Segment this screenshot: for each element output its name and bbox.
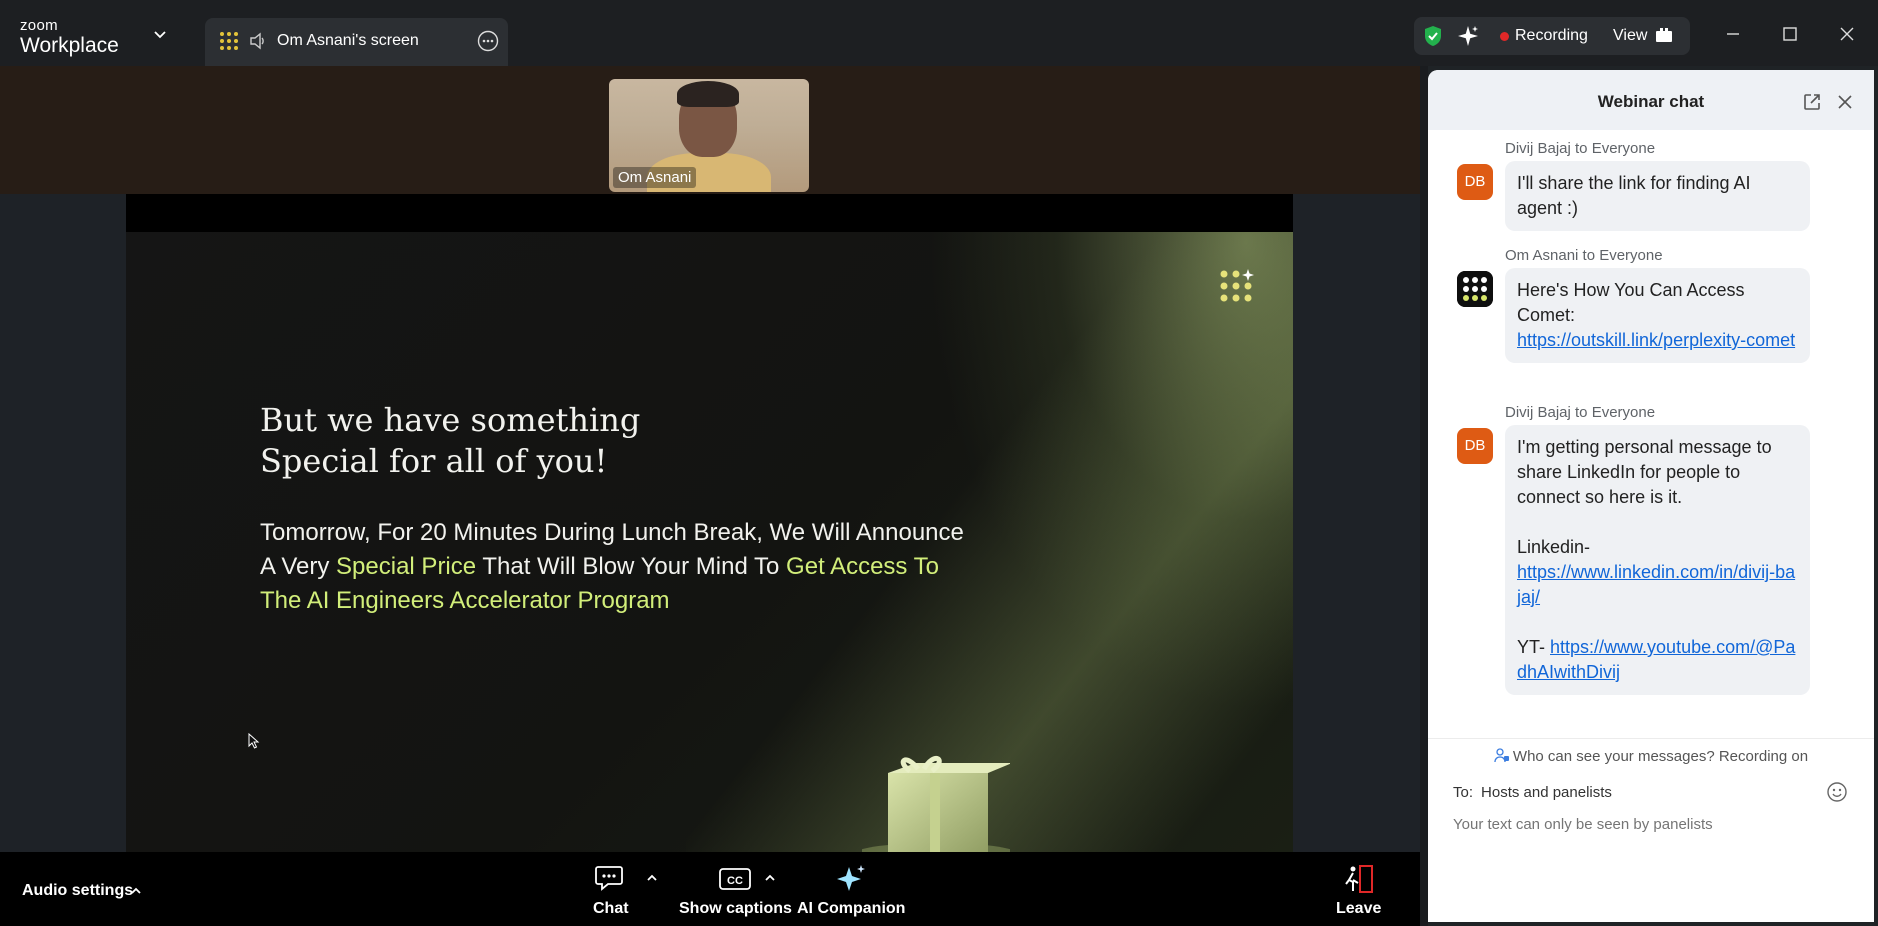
participant-name: Om Asnani — [613, 167, 697, 188]
audio-settings-button[interactable]: Audio settings — [22, 882, 133, 900]
dots-logo-icon — [1220, 269, 1254, 302]
more-icon[interactable] — [477, 30, 499, 52]
message-text: I'm getting personal message to share Li… — [1517, 437, 1772, 507]
close-chat-icon[interactable] — [1836, 93, 1854, 111]
slide-title-line2: Special for all of you! — [260, 442, 608, 480]
ai-sparkle-icon[interactable] — [1456, 24, 1480, 48]
yt-label: YT- — [1517, 637, 1551, 657]
person-lock-icon — [1494, 748, 1509, 763]
chat-header: Webinar chat — [1428, 70, 1874, 130]
slide-title-line1: But we have something — [260, 401, 641, 439]
shared-screen-slide: But we have something Special for all of… — [126, 194, 1293, 852]
ai-companion-button[interactable]: AI Companion — [797, 864, 905, 918]
svg-text:CC: CC — [728, 875, 744, 887]
meeting-status-pill: Recording View — [1414, 17, 1690, 55]
avatar[interactable]: DB — [1457, 164, 1493, 200]
privacy-notice-text: Who can see your messages? Recording on — [1512, 748, 1809, 765]
minimize-icon[interactable] — [1721, 22, 1745, 46]
pop-out-icon[interactable] — [1802, 92, 1822, 112]
recording-label[interactable]: Recording — [1515, 27, 1588, 45]
participant-video[interactable]: Om Asnani — [609, 79, 809, 192]
chat-message-input[interactable] — [1453, 816, 1853, 833]
video-figure-hair — [677, 81, 739, 107]
message-bubble[interactable]: I'm getting personal message to share Li… — [1505, 425, 1810, 695]
slide-content: But we have something Special for all of… — [126, 232, 1293, 852]
slide-body: Tomorrow, For 20 Minutes During Lunch Br… — [260, 516, 980, 618]
speaker-icon[interactable] — [249, 32, 267, 50]
chat-button[interactable]: Chat — [593, 864, 629, 918]
recording-dot-icon — [1500, 32, 1509, 41]
chevron-down-icon[interactable] — [152, 26, 168, 42]
avatar[interactable]: DB — [1457, 428, 1493, 464]
slide-body-part2: That Will Blow Your Mind To — [476, 553, 787, 580]
privacy-notice[interactable]: Who can see your messages? Recording on — [1428, 738, 1874, 768]
chat-icon — [594, 866, 623, 891]
slide-title: But we have something Special for all of… — [260, 400, 640, 482]
view-button[interactable]: View — [1613, 27, 1647, 45]
linkedin-link[interactable]: https://www.linkedin.com/in/divij-bajaj/ — [1517, 562, 1795, 607]
recipient-selector[interactable]: To: Hosts and panelists — [1453, 784, 1612, 801]
participant-strip: Om Asnani — [0, 66, 1420, 194]
closed-captions-icon: CC — [719, 868, 752, 890]
message-sender: Divij Bajaj to Everyone — [1505, 404, 1656, 421]
shield-check-icon[interactable] — [1422, 25, 1444, 47]
slide-top-bar — [126, 194, 1293, 232]
screen-share-tab[interactable]: Om Asnani's screen — [205, 18, 508, 68]
mouse-cursor-icon — [248, 733, 260, 749]
screen-tab-label: Om Asnani's screen — [277, 32, 419, 49]
captions-options-chevron-icon[interactable] — [764, 872, 776, 884]
avatar-dots-icon[interactable] — [1457, 271, 1493, 307]
chevron-up-icon[interactable] — [130, 885, 142, 897]
emoji-icon[interactable] — [1826, 781, 1848, 803]
chat-options-chevron-icon[interactable] — [646, 872, 658, 884]
gift-box-icon — [862, 756, 1010, 852]
message-link[interactable]: https://outskill.link/perplexity-comet — [1517, 330, 1795, 350]
title-bar: zoom Workplace Om Asnani's screen Record… — [0, 0, 1878, 68]
leave-label: Leave — [1336, 900, 1382, 917]
brand-bottom: Workplace — [20, 34, 119, 57]
zoom-workplace-logo[interactable]: zoom Workplace — [20, 18, 119, 56]
message-bubble[interactable]: Here's How You Can Access Comet: https:/… — [1505, 268, 1810, 363]
ai-companion-icon — [837, 865, 866, 891]
view-grid-icon[interactable] — [1655, 27, 1673, 45]
message-bubble[interactable]: I'll share the link for finding AI agent… — [1505, 161, 1810, 231]
apps-grid-icon[interactable] — [219, 31, 239, 51]
leave-door-icon — [1344, 865, 1373, 893]
leave-button[interactable]: Leave — [1336, 864, 1381, 918]
chat-label: Chat — [593, 900, 629, 917]
to-label: To: — [1453, 784, 1474, 801]
slide-highlight-price: Special Price — [336, 553, 477, 580]
webinar-chat-panel: Webinar chat Divij Bajaj to Everyone DB … — [1428, 70, 1874, 922]
captions-label: Show captions — [679, 900, 792, 917]
linkedin-label: Linkedin- — [1517, 537, 1591, 557]
brand-top: zoom — [20, 17, 58, 34]
message-text: Here's How You Can Access Comet: — [1517, 280, 1745, 325]
zoom-window: zoom Workplace Om Asnani's screen Record… — [0, 0, 1878, 926]
meeting-toolbar: Audio settings Chat CC Show captions AI … — [0, 852, 1420, 926]
ai-companion-label: AI Companion — [797, 900, 906, 917]
youtube-link[interactable]: https://www.youtube.com/@PadhAIwithDivij — [1517, 637, 1795, 682]
recipient-value: Hosts and panelists — [1481, 784, 1612, 801]
message-sender: Om Asnani to Everyone — [1505, 247, 1663, 264]
message-sender: Divij Bajaj to Everyone — [1505, 140, 1656, 157]
close-icon[interactable] — [1835, 22, 1859, 46]
video-stage: Om Asnani But we have something Special … — [0, 66, 1420, 852]
maximize-icon[interactable] — [1778, 22, 1802, 46]
panel-divider — [1420, 66, 1428, 926]
